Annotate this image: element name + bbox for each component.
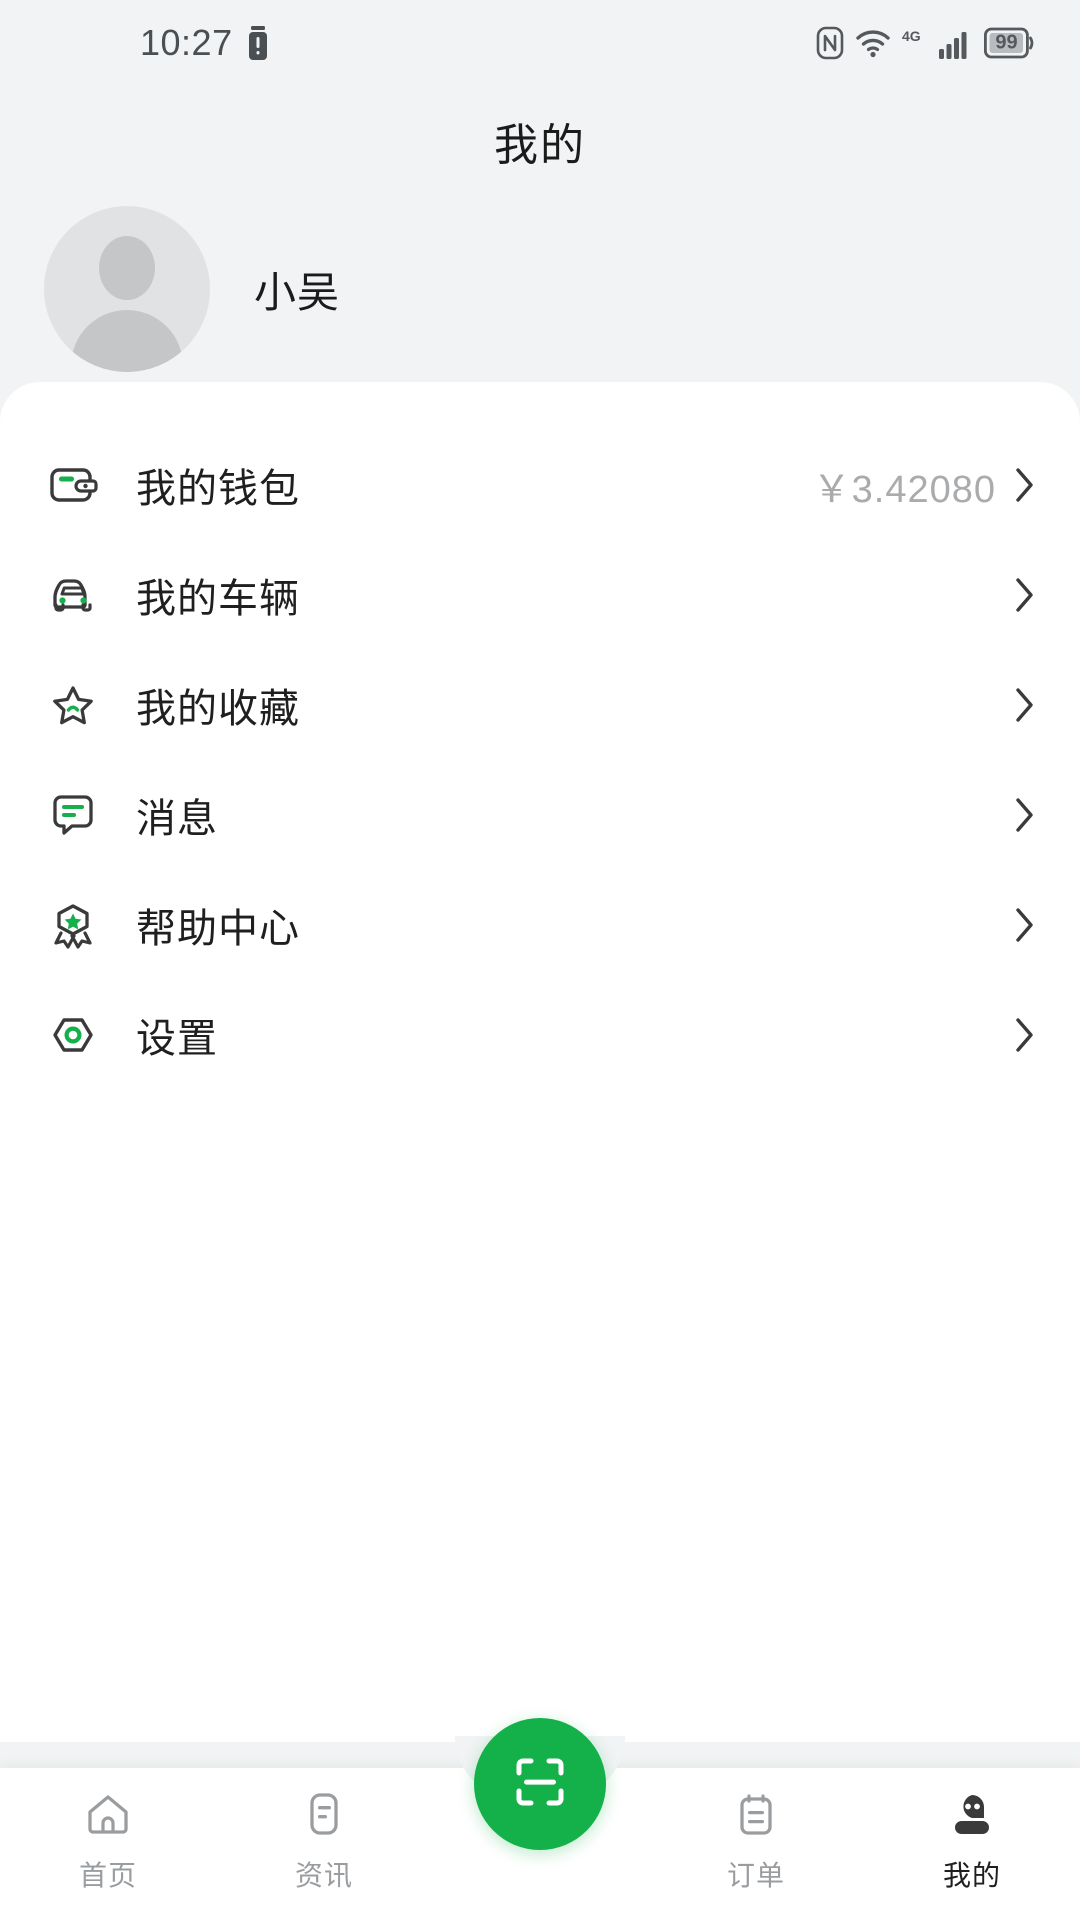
tab-news[interactable]: 资讯 xyxy=(216,1768,432,1920)
avatar-head-shape xyxy=(99,236,155,300)
nfc-icon xyxy=(816,26,844,60)
menu-item-label: 我的收藏 xyxy=(136,687,300,731)
status-bar-right: 4G 99 xyxy=(816,26,1034,60)
wallet-balance: ￥3.42080 xyxy=(812,468,996,511)
chevron-right-icon xyxy=(1014,686,1036,724)
chevron-right-icon xyxy=(1014,466,1036,504)
signal-bars-icon xyxy=(939,27,973,59)
menu-item-label: 我的钱包 xyxy=(136,467,300,511)
wifi-icon xyxy=(855,27,891,59)
profile-section[interactable]: 小吴 xyxy=(0,196,1080,382)
status-bar: 10:27 4G 99 xyxy=(0,0,1080,86)
battery-percent-label: 99 xyxy=(995,31,1018,54)
network-4g-icon: 4G xyxy=(902,27,928,59)
battery-icon: 99 xyxy=(984,27,1034,59)
tab-home[interactable]: 首页 xyxy=(0,1768,216,1920)
scan-icon xyxy=(507,1749,573,1820)
settings-icon xyxy=(44,1006,102,1064)
tab-profile[interactable]: 我的 xyxy=(864,1768,1080,1920)
badge-icon xyxy=(44,896,102,954)
tab-label: 资讯 xyxy=(294,1860,353,1891)
page-header: 我的 xyxy=(0,86,1080,196)
menu-item-favorites[interactable]: 我的收藏 xyxy=(44,650,1036,760)
message-icon xyxy=(44,786,102,844)
car-icon xyxy=(44,566,102,624)
news-icon xyxy=(297,1784,351,1844)
avatar-body-shape xyxy=(71,310,183,372)
app-screen: 10:27 4G 99 我的 小吴 我的钱包 ￥3.42080 我的车辆 我的收… xyxy=(0,0,1080,1920)
alarm-battery-icon xyxy=(247,26,269,60)
menu-item-wallet[interactable]: 我的钱包 ￥3.42080 xyxy=(44,430,1036,540)
star-icon xyxy=(44,676,102,734)
tab-orders[interactable]: 订单 xyxy=(648,1768,864,1920)
profile-username: 小吴 xyxy=(254,268,341,316)
profile-icon xyxy=(945,1784,999,1844)
svg-text:4G: 4G xyxy=(902,28,921,44)
tab-label: 首页 xyxy=(78,1860,137,1891)
menu-item-label: 我的车辆 xyxy=(136,577,300,621)
menu-item-settings[interactable]: 设置 xyxy=(44,980,1036,1090)
menu-item-label: 消息 xyxy=(136,797,218,841)
tab-label: 我的 xyxy=(942,1860,1001,1891)
menu-item-label: 设置 xyxy=(136,1017,218,1061)
menu-item-vehicle[interactable]: 我的车辆 xyxy=(44,540,1036,650)
chevron-right-icon xyxy=(1014,1016,1036,1054)
tab-label: 订单 xyxy=(726,1860,785,1891)
chevron-right-icon xyxy=(1014,796,1036,834)
orders-icon xyxy=(729,1784,783,1844)
menu-item-label: 帮助中心 xyxy=(136,907,300,951)
menu-item-messages[interactable]: 消息 xyxy=(44,760,1036,870)
chevron-right-icon xyxy=(1014,906,1036,944)
menu-card: 我的钱包 ￥3.42080 我的车辆 我的收藏 消息 帮助中心 设置 xyxy=(0,382,1080,1742)
page-title: 我的 xyxy=(494,121,586,170)
home-icon xyxy=(81,1784,135,1844)
avatar[interactable] xyxy=(44,206,210,372)
status-time: 10:27 xyxy=(140,22,233,63)
status-bar-left: 10:27 xyxy=(140,22,269,64)
scan-button[interactable] xyxy=(474,1718,606,1850)
chevron-right-icon xyxy=(1014,576,1036,614)
menu-item-help-center[interactable]: 帮助中心 xyxy=(44,870,1036,980)
wallet-icon xyxy=(44,456,102,514)
menu-list: 我的钱包 ￥3.42080 我的车辆 我的收藏 消息 帮助中心 设置 xyxy=(0,382,1080,1090)
